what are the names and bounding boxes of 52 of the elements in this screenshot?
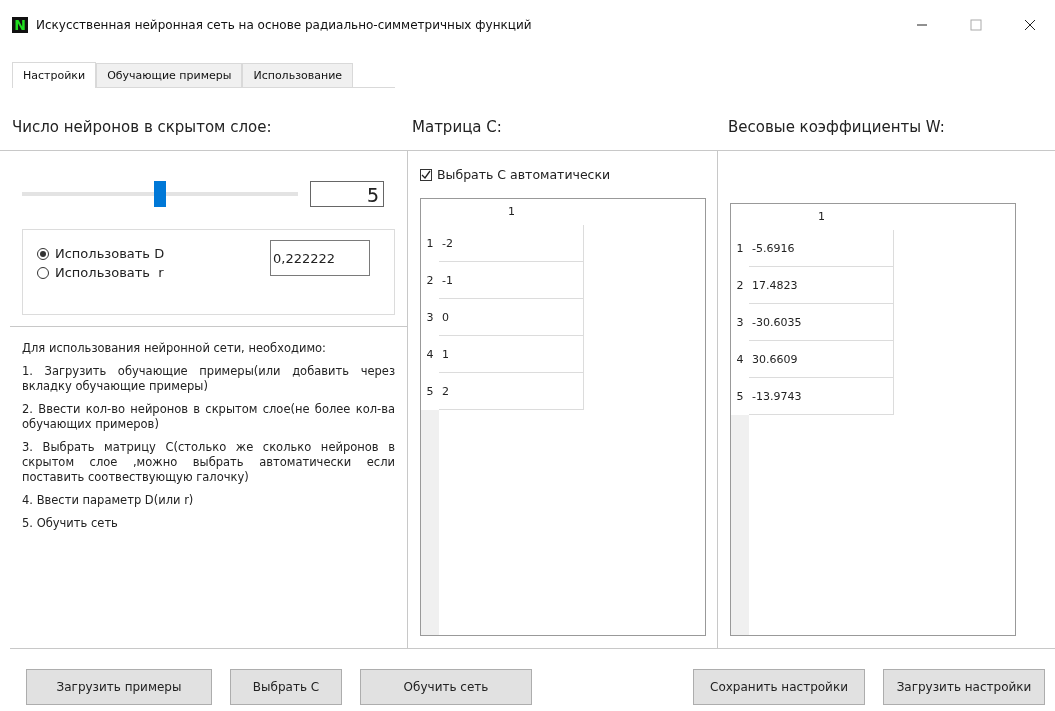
action-button[interactable]: Сохранить настройки	[693, 669, 865, 705]
row-number: 4	[425, 347, 435, 363]
tab[interactable]: Использование	[242, 63, 354, 87]
instruction-text: Для использования нейронной сети, необходимо:	[22, 341, 327, 356]
section-heading: Число нейронов в скрытом слое:	[11, 118, 273, 136]
row-number: 1	[425, 236, 435, 252]
tab[interactable]: Обучающие примеры	[96, 63, 243, 87]
section-heading: Весовые коэффициенты W:	[727, 118, 946, 136]
instruction-text: 1. Загрузить обучающие примеры(или добавить через вкладку обучающие примеры)	[22, 364, 395, 394]
table-cell[interactable]: 2	[439, 373, 584, 410]
column-header: 1	[507, 204, 516, 220]
radio-label: Использовать D	[55, 246, 165, 261]
slider-thumb[interactable]	[154, 181, 166, 207]
radio-option[interactable]: Использовать D	[37, 246, 270, 261]
input-field[interactable]: 0,222222	[270, 240, 370, 276]
row-number: 1	[735, 241, 745, 257]
section-heading: Матрица С:	[411, 118, 503, 136]
row-number: 3	[425, 310, 435, 326]
action-button[interactable]: Загрузить настройки	[883, 669, 1045, 705]
table-cell[interactable]: -13.9743	[749, 378, 894, 415]
number-display: 5	[310, 181, 384, 207]
table-cell[interactable]: -2	[439, 225, 584, 262]
table-cell[interactable]: 17.4823	[749, 267, 894, 304]
row-number: 3	[735, 315, 745, 331]
row-number: 2	[735, 278, 745, 294]
window-title: Искусственная нейронная сеть на основе радиально-симметричных функций	[36, 18, 533, 32]
column-header: 1	[817, 209, 826, 225]
instruction-text: 4. Ввести параметр D(или r)	[22, 493, 195, 508]
action-button[interactable]: Выбрать С	[230, 669, 342, 705]
table-cell[interactable]: 1	[439, 336, 584, 373]
checkbox-label: Выбрать С автоматически	[437, 167, 611, 182]
app-logo: N	[12, 17, 28, 33]
instruction-text: 2. Ввести кол-во нейронов в скрытом слое(не более кол-ва обучающих примеров)	[22, 402, 395, 432]
instruction-text: 5. Обучить сеть	[22, 516, 119, 531]
table-cell[interactable]: -5.6916	[749, 230, 894, 267]
data-table[interactable]: 1 2 3 4 5 1 -5.6916 17.4823 -30.6035 30.6609 -13.9743	[730, 203, 1016, 636]
row-number: 5	[735, 389, 745, 405]
row-number: 4	[735, 352, 745, 368]
action-button[interactable]: Обучить сеть	[360, 669, 532, 705]
tab[interactable]: Настройки	[12, 62, 97, 88]
table-cell[interactable]: 0	[439, 299, 584, 336]
row-number: 2	[425, 273, 435, 289]
instruction-text: 3. Выбрать матрицу С(столько же сколько нейронов в скрытом слое ,можно выбрать автоматически если поставить соотвествующую галочку)	[22, 440, 395, 485]
checkbox[interactable]	[420, 168, 432, 181]
table-cell[interactable]: 30.6609	[749, 341, 894, 378]
table-cell[interactable]: -30.6035	[749, 304, 894, 341]
data-table[interactable]: 1 2 3 4 5 1 -2 -1 0 1 2	[420, 198, 706, 636]
row-number: 5	[425, 384, 435, 400]
action-button[interactable]: Загрузить примеры	[26, 669, 212, 705]
radio-label: Использовать r	[55, 265, 164, 280]
radio-option[interactable]: Использовать r	[37, 265, 270, 280]
table-cell[interactable]: -1	[439, 262, 584, 299]
